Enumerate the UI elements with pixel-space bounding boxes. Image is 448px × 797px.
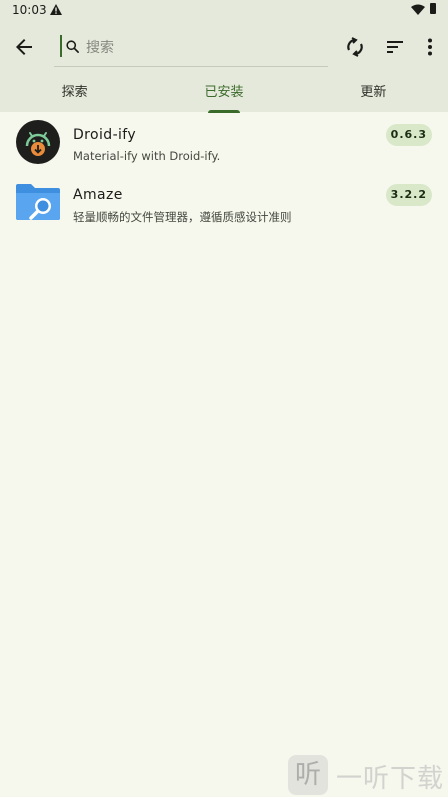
tab-installed[interactable]: 已安装 — [149, 76, 298, 113]
version-badge: 0.6.3 — [385, 124, 432, 146]
tab-bar: 探索 已安装 更新 — [0, 76, 448, 113]
app-summary: Material-ify with Droid-ify. — [73, 149, 221, 163]
sync-icon[interactable] — [343, 35, 367, 59]
app-summary: 轻量顺畅的文件管理器，遵循质感设计准则 — [73, 210, 292, 224]
status-time: 10:03 — [12, 3, 47, 17]
search-input[interactable] — [84, 34, 318, 62]
warning-icon — [50, 4, 62, 15]
amaze-folder-icon — [16, 184, 60, 220]
search-bar[interactable] — [54, 30, 328, 67]
droidify-app-icon — [16, 120, 60, 164]
tab-explore[interactable]: 探索 — [0, 76, 149, 112]
app-bar: 探索 已安装 更新 — [0, 22, 448, 113]
version-badge: 3.2.2 — [385, 184, 432, 206]
more-vert-icon[interactable] — [418, 35, 442, 59]
list-item[interactable]: Droid-ify Material-ify with Droid-ify. 0… — [0, 112, 448, 172]
list-item[interactable]: Amaze 轻量顺畅的文件管理器，遵循质感设计准则 3.2.2 — [0, 172, 448, 232]
watermark-text: 一听下载 — [336, 764, 445, 794]
status-bar: 10:03 — [0, 0, 448, 22]
app-name: Droid-ify — [73, 127, 137, 143]
text-cursor — [60, 35, 62, 57]
battery-icon — [430, 3, 436, 14]
installed-app-list: Droid-ify Material-ify with Droid-ify. 0… — [0, 112, 448, 232]
search-icon — [66, 40, 79, 53]
back-arrow-icon[interactable] — [12, 35, 36, 59]
watermark: 听 一听下载 — [288, 754, 448, 797]
tab-updates[interactable]: 更新 — [299, 76, 448, 112]
watermark-logo: 听 — [288, 755, 328, 795]
app-name: Amaze — [73, 187, 123, 203]
wifi-icon — [411, 4, 425, 15]
sort-icon[interactable] — [383, 35, 407, 59]
